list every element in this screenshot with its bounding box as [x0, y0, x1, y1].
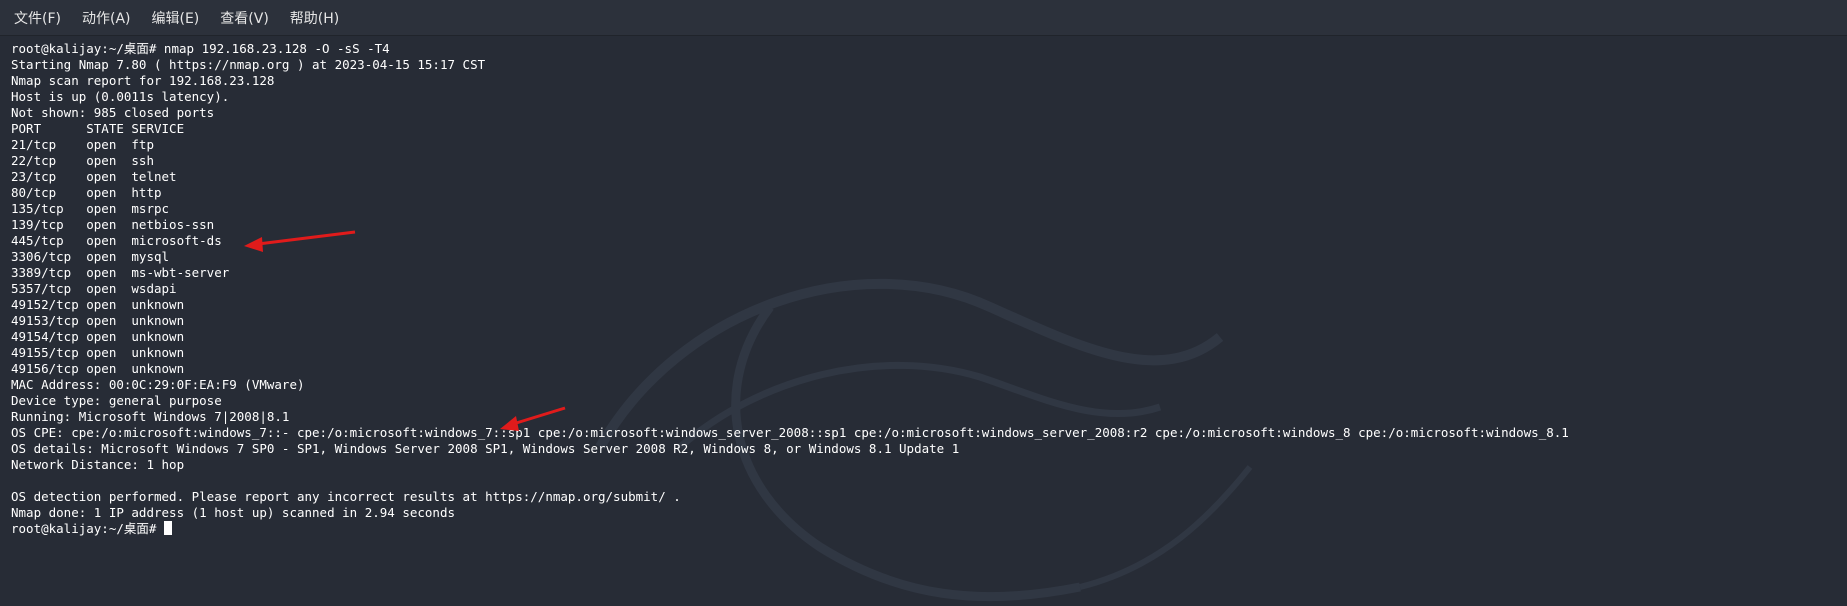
terminal-line: Network Distance: 1 hop	[11, 457, 185, 472]
terminal-line: 3389/tcp open ms-wbt-server	[11, 265, 230, 280]
terminal-line: 3306/tcp open mysql	[11, 249, 170, 264]
terminal-line: 5357/tcp open wsdapi	[11, 281, 177, 296]
terminal-output-area[interactable]: root@kalijay:~/桌面# nmap 192.168.23.128 -…	[0, 37, 1847, 606]
terminal-line: OS CPE: cpe:/o:microsoft:windows_7::- cp…	[11, 425, 1569, 440]
terminal-line: Running: Microsoft Windows 7|2008|8.1	[11, 409, 290, 424]
terminal-line: 21/tcp open ftp	[11, 137, 154, 152]
terminal-line: PORT STATE SERVICE	[11, 121, 185, 136]
terminal-prompt-line[interactable]: root@kalijay:~/桌面#	[11, 521, 1569, 537]
menu-action[interactable]: 动作(A)	[74, 4, 139, 32]
menu-file[interactable]: 文件(F)	[6, 4, 69, 32]
terminal-line: Host is up (0.0011s latency).	[11, 89, 230, 104]
terminal-line: 49156/tcp open unknown	[11, 361, 185, 376]
terminal-line: 49155/tcp open unknown	[11, 345, 185, 360]
terminal-line: MAC Address: 00:0C:29:0F:EA:F9 (VMware)	[11, 377, 305, 392]
terminal-line: Starting Nmap 7.80 ( https://nmap.org ) …	[11, 57, 486, 72]
terminal-line: Not shown: 985 closed ports	[11, 105, 215, 120]
menu-help[interactable]: 帮助(H)	[282, 4, 347, 32]
terminal-line: OS details: Microsoft Windows 7 SP0 - SP…	[11, 441, 960, 456]
terminal-line: 49154/tcp open unknown	[11, 329, 185, 344]
terminal-line: 139/tcp open netbios-ssn	[11, 217, 215, 232]
terminal-line: 49152/tcp open unknown	[11, 297, 185, 312]
menu-edit[interactable]: 编辑(E)	[144, 4, 208, 32]
terminal-line: 445/tcp open microsoft-ds	[11, 233, 222, 248]
terminal-line: 135/tcp open msrpc	[11, 201, 170, 216]
terminal-line: Device type: general purpose	[11, 393, 222, 408]
terminal-prompt: root@kalijay:~/桌面#	[11, 521, 164, 536]
terminal-window: 文件(F) 动作(A) 编辑(E) 查看(V) 帮助(H) root@kalij…	[0, 0, 1847, 606]
terminal-line: Nmap scan report for 192.168.23.128	[11, 73, 275, 88]
terminal-line: 22/tcp open ssh	[11, 153, 154, 168]
menu-bar: 文件(F) 动作(A) 编辑(E) 查看(V) 帮助(H)	[0, 0, 1847, 36]
menu-view[interactable]: 查看(V)	[212, 4, 277, 32]
terminal-line: 49153/tcp open unknown	[11, 313, 185, 328]
terminal-line: 80/tcp open http	[11, 185, 162, 200]
terminal-line: 23/tcp open telnet	[11, 169, 177, 184]
terminal-lines: root@kalijay:~/桌面# nmap 192.168.23.128 -…	[11, 41, 1569, 537]
terminal-cursor	[163, 521, 172, 535]
terminal-line: root@kalijay:~/桌面# nmap 192.168.23.128 -…	[11, 41, 390, 56]
terminal-line: OS detection performed. Please report an…	[11, 489, 681, 504]
terminal-line: Nmap done: 1 IP address (1 host up) scan…	[11, 505, 456, 520]
